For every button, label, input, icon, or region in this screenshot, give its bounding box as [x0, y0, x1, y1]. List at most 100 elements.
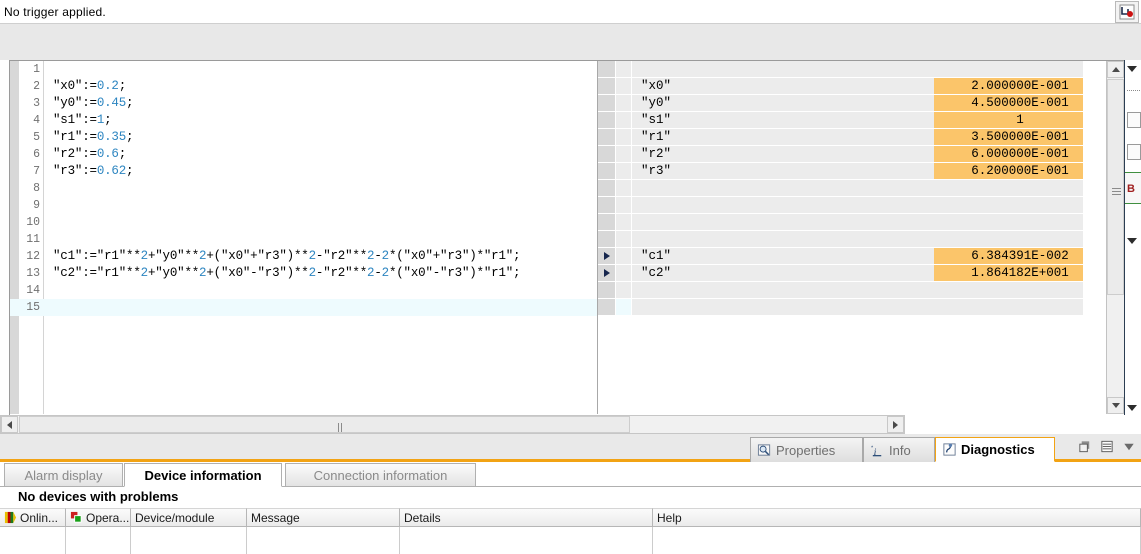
- tab-diagnostics[interactable]: Diagnostics: [935, 437, 1055, 462]
- row-expand-cell[interactable]: [598, 231, 616, 248]
- monitor-value-cell[interactable]: 3.500000E-001: [934, 129, 1106, 146]
- code-line[interactable]: 6 "r2":=0.6;: [10, 146, 598, 163]
- monitor-value-cell[interactable]: [934, 214, 1106, 231]
- code-line[interactable]: 10: [10, 214, 598, 231]
- monitor-row[interactable]: [598, 299, 1106, 316]
- monitor-row[interactable]: "s1" 1: [598, 112, 1106, 129]
- monitor-name-cell[interactable]: [632, 197, 934, 214]
- monitor-row[interactable]: "c2" 1.864182E+001: [598, 265, 1106, 282]
- subtab-connection-information[interactable]: Connection information: [285, 463, 476, 487]
- monitor-row[interactable]: [598, 61, 1106, 78]
- chevron-down-icon[interactable]: [1121, 439, 1137, 454]
- row-expand-cell[interactable]: [598, 95, 616, 112]
- monitor-name-cell[interactable]: [632, 231, 934, 248]
- monitor-name-cell[interactable]: "y0": [632, 95, 934, 112]
- table-cell-empty[interactable]: [653, 527, 1141, 554]
- monitor-name-cell[interactable]: [632, 214, 934, 231]
- column-header-help[interactable]: Help: [653, 508, 1141, 527]
- table-cell-empty[interactable]: [66, 527, 131, 554]
- row-select-cell[interactable]: [616, 78, 632, 95]
- monitor-name-cell[interactable]: [632, 282, 934, 299]
- tab-info[interactable]: * i Info: [863, 437, 935, 462]
- monitor-name-cell[interactable]: "r1": [632, 129, 934, 146]
- code-line[interactable]: 7 "r3":=0.62;: [10, 163, 598, 180]
- row-select-cell[interactable]: [616, 146, 632, 163]
- code-lines[interactable]: 1 2 "x0":=0.2; 3 "y0":=0.45; 4 "s1":=1; 5 "r1":=…: [10, 61, 598, 414]
- code-line[interactable]: 5 "r1":=0.35;: [10, 129, 598, 146]
- monitor-value-cell[interactable]: 6.384391E-002: [934, 248, 1106, 265]
- code-line[interactable]: 14: [10, 282, 598, 299]
- monitor-value-cell[interactable]: [934, 61, 1106, 78]
- table-cell-empty[interactable]: [131, 527, 247, 554]
- code-line[interactable]: 2 "x0":=0.2;: [10, 78, 598, 95]
- column-header-opera[interactable]: Opera...: [66, 508, 131, 527]
- table-cell-empty[interactable]: [400, 527, 653, 554]
- row-expand-cell[interactable]: [598, 180, 616, 197]
- restore-icon[interactable]: [1077, 439, 1093, 454]
- panel-item-selected[interactable]: B: [1125, 172, 1141, 204]
- monitor-value-cell[interactable]: [934, 282, 1106, 299]
- column-header-onlin[interactable]: Onlin...: [0, 508, 66, 527]
- row-select-cell[interactable]: [616, 248, 632, 265]
- editor-vertical-scrollbar[interactable]: [1106, 61, 1124, 414]
- monitor-row[interactable]: [598, 180, 1106, 197]
- row-expand-cell[interactable]: [598, 129, 616, 146]
- code-line[interactable]: 3 "y0":=0.45;: [10, 95, 598, 112]
- table-cell-empty[interactable]: [0, 527, 66, 554]
- monitor-row[interactable]: "r3" 6.200000E-001: [598, 163, 1106, 180]
- monitor-name-cell[interactable]: "s1": [632, 112, 934, 129]
- expand-triangle-icon[interactable]: [603, 252, 610, 260]
- subtab-alarm-display[interactable]: Alarm display: [4, 463, 123, 487]
- row-select-cell[interactable]: [616, 163, 632, 180]
- row-select-cell[interactable]: [616, 265, 632, 282]
- monitor-row[interactable]: [598, 197, 1106, 214]
- scl-code-editor[interactable]: 1 2 "x0":=0.2; 3 "y0":=0.45; 4 "s1":=1; 5 "r1":=…: [10, 61, 598, 414]
- monitor-row[interactable]: "x0" 2.000000E-001: [598, 78, 1106, 95]
- monitor-name-cell[interactable]: "r3": [632, 163, 934, 180]
- row-select-cell[interactable]: [616, 214, 632, 231]
- row-expand-cell[interactable]: [598, 163, 616, 180]
- column-header-details[interactable]: Details: [400, 508, 653, 527]
- scroll-left-button[interactable]: [1, 416, 18, 433]
- row-select-cell[interactable]: [616, 197, 632, 214]
- monitor-value-table[interactable]: "x0" 2.000000E-001 "y0" 4.500000E-001 "s1" 1 "…: [598, 61, 1106, 414]
- row-expand-cell[interactable]: [598, 197, 616, 214]
- expand-triangle-icon[interactable]: [603, 269, 610, 277]
- monitor-value-cell[interactable]: [934, 197, 1106, 214]
- row-expand-cell[interactable]: [598, 61, 616, 78]
- monitor-name-cell[interactable]: "x0": [632, 78, 934, 95]
- row-expand-cell[interactable]: [598, 214, 616, 231]
- monitor-value-cell[interactable]: 1.864182E+001: [934, 265, 1106, 282]
- table-cell-empty[interactable]: [247, 527, 400, 554]
- monitor-row[interactable]: [598, 231, 1106, 248]
- scroll-down-button[interactable]: [1107, 397, 1124, 414]
- monitor-row[interactable]: "y0" 4.500000E-001: [598, 95, 1106, 112]
- monitor-row[interactable]: [598, 214, 1106, 231]
- row-select-cell[interactable]: [616, 112, 632, 129]
- code-line[interactable]: 12 "c1":="r1"**2+"y0"**2+("x0"+"r3")**2-"…: [10, 248, 598, 265]
- row-expand-cell[interactable]: [598, 265, 616, 282]
- monitor-row[interactable]: "r1" 3.500000E-001: [598, 129, 1106, 146]
- monitor-name-cell[interactable]: "c1": [632, 248, 934, 265]
- code-line[interactable]: 15: [10, 299, 598, 316]
- code-line[interactable]: 9: [10, 197, 598, 214]
- monitor-value-cell[interactable]: 6.200000E-001: [934, 163, 1106, 180]
- row-select-cell[interactable]: [616, 231, 632, 248]
- monitor-name-cell[interactable]: "c2": [632, 265, 934, 282]
- row-expand-cell[interactable]: [598, 112, 616, 129]
- monitor-name-cell[interactable]: "r2": [632, 146, 934, 163]
- row-select-cell[interactable]: [616, 61, 632, 78]
- trigger-settings-button[interactable]: [1115, 1, 1139, 23]
- row-expand-cell[interactable]: [598, 248, 616, 265]
- code-line[interactable]: 4 "s1":=1;: [10, 112, 598, 129]
- code-line[interactable]: 13 "c2":="r1"**2+"y0"**2+("x0"-"r3")**2-"…: [10, 265, 598, 282]
- monitor-name-cell[interactable]: [632, 61, 934, 78]
- monitor-value-cell[interactable]: 4.500000E-001: [934, 95, 1106, 112]
- code-line[interactable]: 1: [10, 61, 598, 78]
- code-line[interactable]: 11: [10, 231, 598, 248]
- row-expand-cell[interactable]: [598, 146, 616, 163]
- scroll-up-button[interactable]: [1107, 61, 1124, 78]
- horizontal-scroll-thumb[interactable]: [19, 416, 630, 446]
- monitor-value-cell[interactable]: [934, 231, 1106, 248]
- row-expand-cell[interactable]: [598, 78, 616, 95]
